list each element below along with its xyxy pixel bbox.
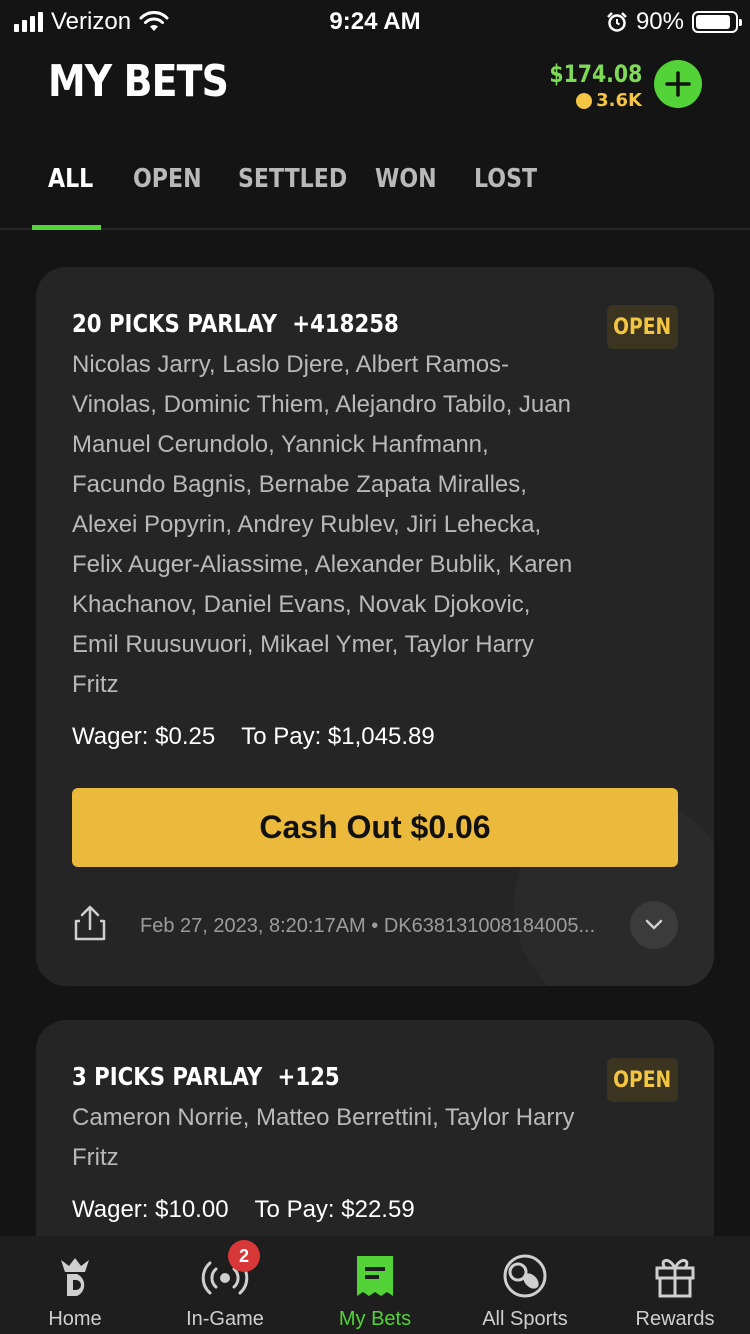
notification-badge: 2 — [228, 1240, 260, 1272]
status-badge: OPEN — [607, 305, 678, 349]
bet-title: 20 PICKS PARLAY +418258 — [72, 309, 399, 338]
nav-in-game[interactable]: 2 In-Game — [150, 1236, 300, 1334]
wager-row: Wager: $0.25 To Pay: $1,045.89 — [72, 723, 435, 751]
tab-all[interactable]: ALL — [48, 164, 93, 194]
alarm-icon — [607, 12, 627, 32]
bet-filter-tabs: ALL OPEN SETTLED WON LOST — [0, 150, 750, 230]
expand-button[interactable] — [630, 901, 678, 949]
active-tab-indicator — [32, 225, 101, 230]
battery-icon — [692, 11, 742, 33]
page-title: MY BETS — [48, 56, 229, 107]
nav-my-bets-label: My Bets — [338, 1308, 412, 1330]
crowns-count: 3.6K — [533, 90, 642, 111]
crown-coin-icon — [576, 92, 593, 109]
battery-percent: 90% — [635, 8, 684, 35]
bet-type: 3 PICKS PARLAY — [72, 1062, 263, 1091]
bet-legs: Cameron Norrie, Matteo Berrettini, Taylo… — [72, 1104, 575, 1171]
plus-icon — [665, 71, 691, 97]
bet-odds: +418258 — [292, 309, 399, 338]
nav-home-label: Home — [48, 1308, 102, 1330]
status-badge-label: OPEN — [613, 1067, 672, 1093]
nav-home[interactable]: Home — [0, 1236, 150, 1334]
sports-balls-icon — [503, 1254, 547, 1298]
balance-amount: $174.08 — [549, 60, 642, 88]
bet-title: 3 PICKS PARLAY +125 — [72, 1062, 340, 1091]
nav-in-game-label: In-Game — [186, 1308, 264, 1330]
tab-open[interactable]: OPEN — [133, 164, 202, 194]
bet-type: 20 PICKS PARLAY — [72, 309, 277, 338]
to-pay-amount: To Pay: $22.59 — [254, 1196, 415, 1223]
draftkings-logo-icon — [61, 1258, 89, 1296]
add-funds-button[interactable] — [654, 60, 702, 108]
status-badge-label: OPEN — [613, 314, 672, 340]
bet-legs: Nicolas Jarry, Laslo Djere, Albert Ramos… — [72, 351, 573, 698]
nav-my-bets[interactable]: My Bets — [300, 1236, 450, 1334]
nav-rewards[interactable]: Rewards — [600, 1236, 750, 1334]
nav-rewards-label: Rewards — [635, 1308, 715, 1330]
bet-slip-icon — [357, 1256, 393, 1296]
tab-settled[interactable]: SETTLED — [238, 164, 347, 194]
wager-row: Wager: $10.00 To Pay: $22.59 — [72, 1196, 415, 1224]
to-pay-amount: To Pay: $1,045.89 — [241, 723, 435, 750]
nav-all-sports[interactable]: All Sports — [450, 1236, 600, 1334]
crowns-value: 3.6K — [596, 90, 642, 111]
wager-amount: Wager: $0.25 — [72, 723, 216, 750]
wager-amount: Wager: $10.00 — [72, 1196, 229, 1223]
cash-out-button[interactable]: Cash Out $0.06 — [72, 788, 678, 867]
tab-won[interactable]: WON — [375, 164, 437, 194]
status-badge: OPEN — [607, 1058, 678, 1102]
bet-card[interactable]: 20 PICKS PARLAY +418258 OPEN Nicolas Jarr… — [36, 267, 714, 986]
share-icon[interactable] — [72, 903, 108, 943]
status-bar: Verizon 9:24 AM 90% — [0, 0, 750, 44]
chevron-down-icon — [645, 919, 663, 930]
account-balance[interactable]: $174.08 3.6K — [533, 60, 642, 111]
tab-lost[interactable]: LOST — [474, 164, 537, 194]
gift-icon — [655, 1259, 695, 1298]
bottom-nav: Home 2 In-Game My Bets All Sports Reward… — [0, 1236, 750, 1334]
bet-meta: Feb 27, 2023, 8:20:17AM • DK638131008184… — [140, 915, 596, 937]
nav-all-sports-label: All Sports — [482, 1308, 568, 1330]
bet-odds: +125 — [277, 1062, 340, 1091]
